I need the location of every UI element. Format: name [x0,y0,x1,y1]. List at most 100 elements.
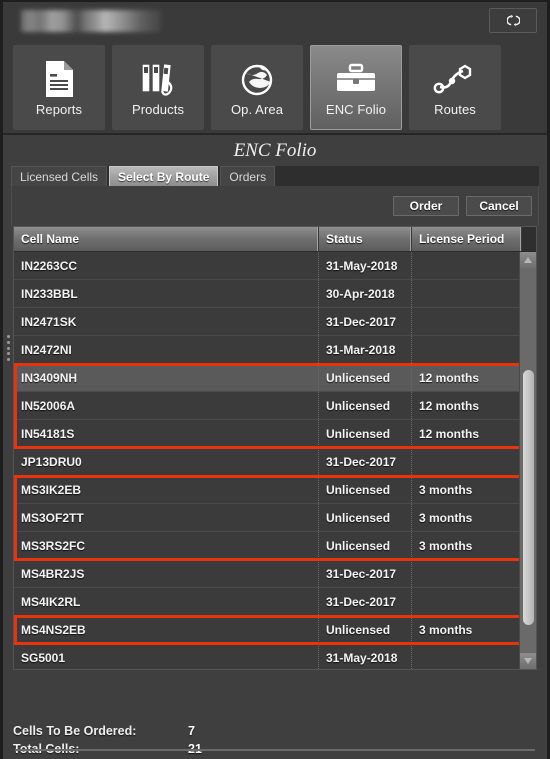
license-period-value: 3 months [412,532,522,559]
table-row[interactable]: IN2471SK 31-Dec-2017 [14,308,536,336]
cell-name-value: MS4BR2JS [14,560,319,587]
nav-label: Products [131,102,185,117]
nav-button-products[interactable]: Products [112,45,204,130]
status-value: 31-Dec-2017 [319,588,412,615]
order-summary: Cells To Be Ordered:7Total Cells:21Total… [13,722,543,759]
nav-button-op-area[interactable]: Op. Area [211,45,303,130]
license-period-value: 12 months [412,364,522,391]
license-period-value [412,448,522,475]
scroll-down-arrow-icon[interactable] [520,653,536,669]
cell-name-value: IN2471SK [14,308,319,335]
license-period-value: 12 months [412,392,522,419]
tab-label: Orders [229,169,267,184]
table-row[interactable]: IN52006A Unlicensed 12 months [14,392,536,420]
summary-row: Cells To Be Ordered: 7 [13,722,543,740]
briefcase-icon [335,58,377,100]
summary-value: 7 [188,724,195,738]
table-row[interactable]: MS3IK2EB Unlicensed 3 months [14,476,536,504]
table-row[interactable]: IN2472NI 31-Mar-2018 [14,336,536,364]
scrollbar-thumb[interactable] [523,370,534,625]
tab-licensed-cells[interactable]: Licensed Cells [11,166,108,186]
table-row[interactable]: IN233BBL 30-Apr-2018 [14,280,536,308]
table-row[interactable]: IN3409NH Unlicensed 12 months [14,364,536,392]
status-value: 31-Dec-2017 [319,560,412,587]
status-value: 30-Apr-2018 [319,280,412,307]
globe-icon [237,58,277,100]
cell-name-value: MS4IK2RL [14,588,319,615]
panel-tab-strip: Licensed Cells Select By Route Orders [11,166,539,186]
status-value: 31-May-2018 [319,252,412,279]
nav-button-routes[interactable]: Routes [409,45,501,130]
sync-arrows-icon [506,13,520,28]
status-value: 31-May-2018 [319,644,412,669]
nav-button-reports[interactable]: Reports [13,45,105,130]
cell-name-value: MS3OF2TT [14,504,319,531]
table-header-row: Cell Name Status License Period [14,227,536,252]
title-bar [3,2,547,42]
tab-orders[interactable]: Orders [220,166,276,186]
main-nav-strip: Reports Products Op. Area ENC Folio Rout… [3,42,547,133]
cells-table: Cell Name Status License Period IN2263CC… [13,226,537,670]
status-value: Unlicensed [319,392,412,419]
order-button[interactable]: Order [393,196,459,216]
nav-label: Op. Area [230,102,284,117]
table-body: IN2263CC 31-May-2018 IN233BBL 30-Apr-2018 IN… [14,252,536,669]
enc-folio-panel: ENC Folio Licensed Cells Select By Route… [3,133,547,759]
panel-resize-handle[interactable] [5,334,11,362]
table-row[interactable]: SG5001 31-May-2018 [14,644,536,669]
enc-folio-window: Reports Products Op. Area ENC Folio Rout… [0,0,550,759]
nav-label: ENC Folio [325,102,387,117]
tab-label: Select By Route [118,169,210,184]
summary-label: Cells To Be Ordered: [13,724,137,738]
cell-name-value: IN2472NI [14,336,319,363]
cell-name-value: MS3RS2FC [14,532,319,559]
table-row[interactable]: MS3RS2FC Unlicensed 3 months [14,532,536,560]
status-value: 31-Dec-2017 [319,308,412,335]
nav-button-enc-folio[interactable]: ENC Folio [310,45,402,130]
table-row[interactable]: IN54181S Unlicensed 12 months [14,420,536,448]
column-header-cell-name[interactable]: Cell Name [14,227,319,251]
tab-select-by-route[interactable]: Select By Route [109,166,219,186]
page-title: ENC Folio [233,140,317,161]
table-row[interactable]: IN2263CC 31-May-2018 [14,252,536,280]
action-bar: Order Cancel [11,186,539,226]
license-period-value [412,560,522,587]
column-header-license-period[interactable]: License Period [412,227,522,251]
license-period-value: 12 months [412,420,522,447]
cancel-button[interactable]: Cancel [466,196,532,216]
column-header-status[interactable]: Status [319,227,412,251]
table-vertical-scrollbar[interactable] [519,252,536,669]
table-row[interactable]: MS3OF2TT Unlicensed 3 months [14,504,536,532]
cell-name-value: SG5001 [14,644,319,669]
status-value: Unlicensed [319,616,412,643]
license-period-value [412,336,522,363]
license-period-value [412,308,522,335]
status-value: 31-Mar-2018 [319,336,412,363]
footer-divider [15,749,535,751]
table-row[interactable]: MS4IK2RL 31-Dec-2017 [14,588,536,616]
route-icon [433,58,477,100]
table-row[interactable]: JP13DRU0 31-Dec-2017 [14,448,536,476]
license-period-value: 3 months [412,476,522,503]
cell-name-value: JP13DRU0 [14,448,319,475]
license-period-value [412,588,522,615]
cell-name-value: MS4NS2EB [14,616,319,643]
status-value: 31-Dec-2017 [319,448,412,475]
nav-label: Reports [35,102,83,117]
cell-name-value: IN3409NH [14,364,319,391]
column-header-spacer [522,227,536,251]
cell-name-value: IN54181S [14,420,319,447]
scroll-up-arrow-icon[interactable] [520,252,536,268]
sync-button[interactable] [489,8,537,33]
table-row[interactable]: MS4NS2EB Unlicensed 3 months [14,616,536,644]
status-value: Unlicensed [319,420,412,447]
license-period-value [412,280,522,307]
binders-icon [138,58,178,100]
cell-name-value: IN52006A [14,392,319,419]
status-value: Unlicensed [319,364,412,391]
status-value: Unlicensed [319,532,412,559]
table-row[interactable]: MS4BR2JS 31-Dec-2017 [14,560,536,588]
nav-label: Routes [434,102,476,117]
document-icon [42,58,76,100]
cell-name-value: IN233BBL [14,280,319,307]
